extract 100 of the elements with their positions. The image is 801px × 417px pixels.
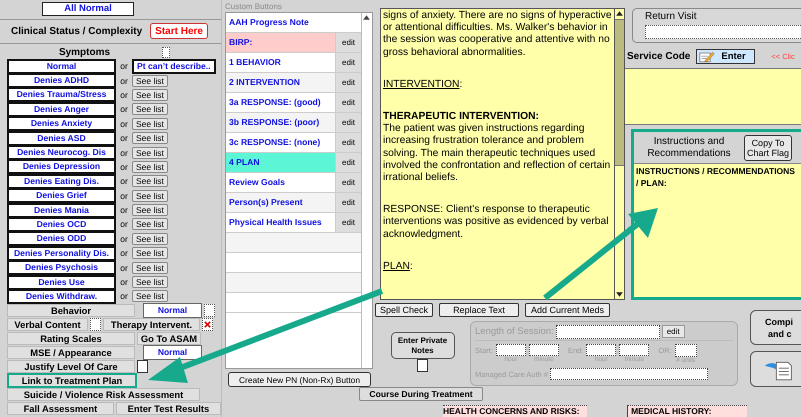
scrollbar[interactable] [361, 13, 372, 368]
custom-button-row[interactable]: 3c RESPONSE: (none) edit [226, 133, 361, 153]
edit-button[interactable]: edit [335, 93, 361, 112]
edit-button[interactable]: edit [335, 133, 361, 152]
return-visit-field[interactable] [645, 25, 801, 39]
see-list-button[interactable]: See list [132, 146, 168, 159]
edit-button[interactable]: edit [335, 193, 361, 212]
see-list-button[interactable]: See list [132, 232, 168, 245]
scroll-down-icon[interactable] [615, 290, 624, 299]
units-field[interactable] [674, 344, 697, 357]
hour-field[interactable] [496, 344, 526, 356]
mse-field[interactable]: Normal [143, 344, 202, 360]
scroll-up-icon[interactable] [362, 13, 371, 22]
symptom-button[interactable]: Denies Withdraw. [7, 288, 116, 304]
edit-button[interactable]: edit [662, 325, 685, 338]
see-list-button[interactable]: See list [132, 204, 168, 216]
custom-button-row[interactable]: 1 BEHAVIOR edit [226, 53, 361, 73]
custom-button-row[interactable]: Physical Health Issues edit [226, 213, 361, 233]
hour-field[interactable] [586, 344, 616, 356]
link-to-treatment-plan-button[interactable]: Link to Treatment Plan [7, 372, 137, 388]
auth-field[interactable] [550, 368, 708, 380]
note-tool-button[interactable]: Replace Text [439, 303, 519, 317]
see-list-button[interactable]: See list [132, 190, 168, 202]
compile-button[interactable]: Compi and c [750, 310, 801, 345]
see-list-button[interactable]: See list [132, 276, 168, 288]
see-list-button[interactable]: See list [132, 218, 168, 230]
see-list-button[interactable]: See list [132, 132, 168, 144]
scrollbar[interactable] [614, 9, 624, 299]
symptom-button[interactable]: Denies Anger [7, 102, 116, 117]
symptom-button[interactable]: Normal [7, 58, 116, 74]
start-here-button[interactable]: Start Here [150, 23, 208, 39]
edit-button[interactable]: edit [335, 113, 361, 132]
symptom-button[interactable]: Denies Trauma/Stress [7, 87, 116, 102]
all-normal-button[interactable]: All Normal [42, 2, 134, 16]
note-tool-button[interactable]: Add Current Meds [525, 303, 610, 317]
go-to-asam-button[interactable]: Go To ASAM [137, 332, 201, 344]
justify-level-of-care-button[interactable]: Justify Level Of Care [7, 360, 135, 372]
edit-button[interactable]: edit [335, 173, 361, 192]
minute-field[interactable] [619, 344, 650, 356]
checkbox[interactable] [137, 360, 148, 372]
length-field[interactable] [556, 324, 660, 338]
see-list-button[interactable]: See list [132, 160, 168, 173]
symptom-button[interactable]: Denies Depression [7, 159, 116, 174]
custom-button-row[interactable]: 3b RESPONSE: (poor) edit [226, 113, 361, 133]
checkbox[interactable] [90, 318, 101, 330]
behavior-field[interactable]: Normal [143, 302, 202, 318]
create-button[interactable]: Create New PN (Non-Rx) Button [228, 372, 371, 387]
symptom-button[interactable]: Denies ODD [7, 231, 116, 246]
see-list-button[interactable]: See list [132, 262, 168, 274]
custom-button-row[interactable]: BIRP: edit [226, 33, 361, 53]
checkbox[interactable] [417, 359, 428, 372]
see-list-button[interactable]: See list [132, 290, 168, 302]
custom-button-row[interactable]: Review Goals edit [226, 173, 361, 193]
note-tool-button[interactable]: Spell Check [375, 303, 433, 317]
checkbox[interactable] [162, 47, 170, 58]
instructions-text-area[interactable]: INSTRUCTIONS / RECOMMENDATIONS / PLAN: [634, 164, 801, 297]
see-list-button[interactable]: See list [132, 103, 168, 116]
custom-button-row[interactable]: 4 PLAN edit [226, 153, 361, 173]
see-list-button[interactable]: See list [132, 247, 168, 260]
see-list-button[interactable]: See list [132, 175, 168, 188]
edit-button[interactable]: edit [335, 213, 361, 232]
custom-button-row[interactable]: 2 INTERVENTION edit [226, 73, 361, 93]
checkbox[interactable] [202, 318, 213, 330]
see-list-button[interactable]: See list [132, 74, 168, 87]
edit-button[interactable]: edit [335, 153, 361, 172]
verbal-content-button[interactable]: Verbal Content [7, 318, 88, 330]
minute-field[interactable] [528, 344, 559, 356]
mse-appearance-button[interactable]: MSE / Appearance [7, 346, 135, 358]
edit-button[interactable]: edit [335, 53, 361, 72]
checkbox[interactable] [204, 304, 215, 316]
risk-assessment-button[interactable]: Suicide / Violence Risk Assessment [7, 388, 200, 400]
see-list-button[interactable]: See list [132, 88, 168, 101]
service-code-field[interactable] [625, 68, 801, 126]
private-notes-button[interactable]: Enter Private Notes [390, 332, 454, 359]
symptom-button[interactable]: Denies Anxiety [7, 116, 116, 132]
symptom-field[interactable]: Pt can’t describe.. [132, 58, 216, 74]
symptom-button[interactable]: Denies Mania [7, 202, 116, 218]
custom-button-row[interactable]: Person(s) Present edit [226, 193, 361, 213]
enter-test-results-button[interactable]: Enter Test Results [116, 402, 221, 414]
behavior-button[interactable]: Behavior [7, 304, 135, 316]
symptom-button[interactable]: Denies ADHD [7, 73, 116, 88]
enter-button[interactable]: Enter [696, 49, 756, 64]
document-button[interactable] [750, 351, 801, 387]
custom-button-row[interactable]: 3a RESPONSE: (good) edit [226, 93, 361, 113]
symptom-button[interactable]: Denies OCD [7, 217, 116, 232]
symptom-button[interactable]: Denies Neurocog. Dis [7, 145, 116, 160]
therapy-intervention-button[interactable]: Therapy Intervent. [103, 318, 200, 330]
edit-button[interactable]: edit [335, 33, 361, 52]
symptom-button[interactable]: Denies Psychosis [7, 260, 116, 276]
symptom-button[interactable]: Denies Grief [7, 188, 116, 204]
symptom-button[interactable]: Denies Use [7, 274, 116, 290]
progress-note-text-area[interactable] [380, 8, 625, 300]
edit-button[interactable]: edit [335, 73, 361, 92]
fall-assessment-button[interactable]: Fall Assessment [7, 402, 114, 414]
course-during-treatment-button[interactable]: Course During Treatment [359, 387, 483, 401]
symptom-button[interactable]: Denies Personality Dis. [7, 246, 116, 261]
rating-scales-button[interactable]: Rating Scales [7, 332, 135, 344]
see-list-button[interactable]: See list [132, 118, 168, 130]
symptom-button[interactable]: Denies Eating Dis. [7, 174, 116, 189]
copy-to-chart-flag-button[interactable]: Copy To Chart Flag [744, 134, 792, 161]
